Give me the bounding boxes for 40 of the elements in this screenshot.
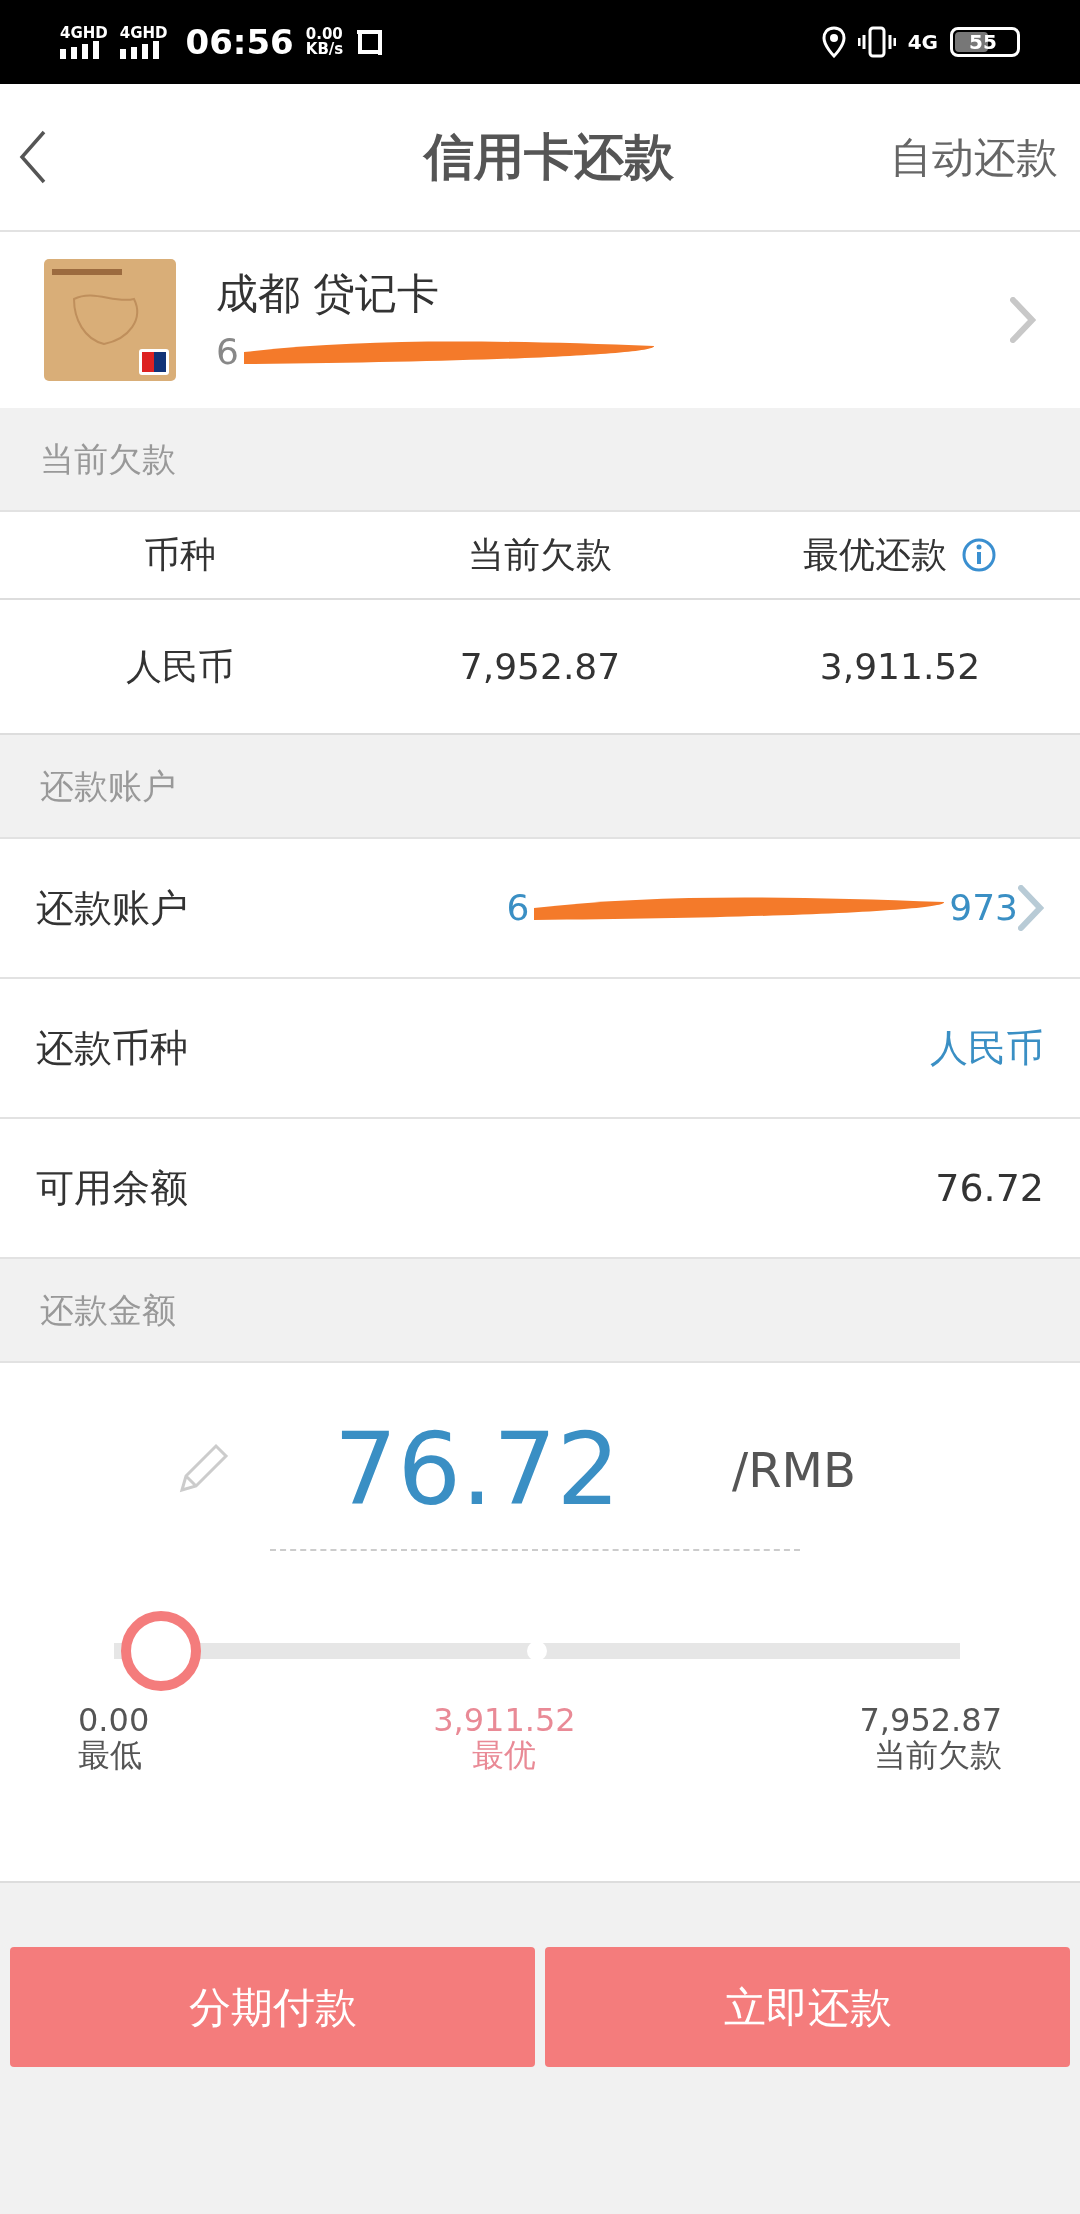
chevron-right-icon	[1010, 297, 1036, 343]
account-number: 973	[949, 886, 1018, 930]
table-cell-text: 人民币	[126, 644, 234, 689]
vibrate-icon	[857, 26, 896, 58]
form-row[interactable]: 还款账户 6 973	[0, 839, 1080, 979]
chevron-right-icon	[1018, 885, 1044, 931]
slider-label: 当前欠款	[874, 1738, 1002, 1774]
account-number: 6	[506, 886, 530, 930]
amount-input[interactable]: 76.72	[323, 1420, 631, 1520]
slider-value: 3,911.52	[433, 1703, 576, 1739]
card-number: 6	[216, 329, 239, 374]
speed-value: 0.00	[305, 27, 344, 42]
form-row[interactable]: 还款币种 人民币	[0, 979, 1080, 1119]
info-icon[interactable]	[961, 537, 997, 573]
speed-unit: KB/s	[305, 42, 344, 57]
slider-value: 0.00	[78, 1703, 150, 1739]
section-header: 当前欠款	[40, 437, 176, 481]
table-cell-text: 7,952.87	[459, 644, 621, 689]
clock: 06:56	[185, 20, 294, 64]
row-label: 还款币种	[36, 1024, 188, 1072]
row-label: 还款账户	[36, 884, 188, 932]
balance-value: 76.72	[935, 1164, 1044, 1212]
currency-value[interactable]: 人民币	[930, 1019, 1044, 1077]
row-label: 可用余额	[36, 1164, 188, 1212]
slider-value: 7,952.87	[859, 1703, 1002, 1739]
currency-unit: /RMB	[732, 1441, 856, 1500]
location-icon	[821, 26, 846, 58]
column-header: 最优还款	[803, 533, 947, 577]
table-cell-text: 3,911.52	[819, 644, 981, 689]
slider-label: 最低	[78, 1738, 142, 1774]
section-header: 还款金额	[40, 1288, 176, 1332]
slider-label: 最优	[472, 1738, 537, 1774]
card-row[interactable]: 成都 贷记卡 6	[0, 232, 1080, 408]
network-type: 4G	[907, 29, 938, 56]
column-header: 币种	[144, 533, 216, 577]
card-name: 成都 贷记卡	[216, 267, 441, 320]
page-title: 信用卡还款	[424, 126, 674, 188]
section-header: 还款账户	[40, 764, 176, 808]
auto-repay-button[interactable]: 自动还款	[890, 125, 1062, 189]
column-header: 当前欠款	[468, 533, 612, 577]
